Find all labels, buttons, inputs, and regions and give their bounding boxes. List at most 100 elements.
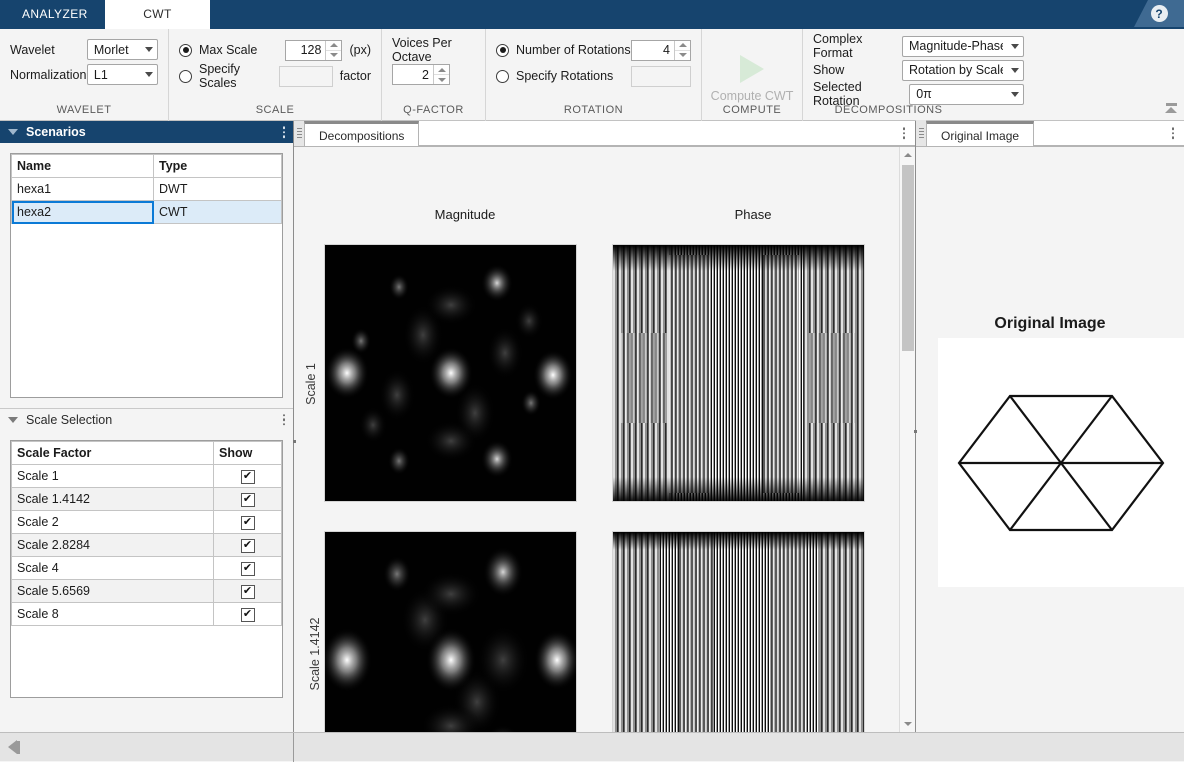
scale-show-cell[interactable]: ✔	[214, 580, 282, 603]
scale-factor-cell: Scale 1.4142	[12, 488, 214, 511]
tab-cwt[interactable]: CWT	[105, 0, 210, 29]
selected-rotation-dropdown[interactable]: 0π	[909, 84, 1024, 105]
scale-show-cell[interactable]: ✔	[214, 557, 282, 580]
specify-scales-unit: factor	[340, 69, 371, 83]
compute-cwt-button[interactable]: Compute CWT	[702, 48, 802, 110]
original-image-figure-title: Original Image	[916, 315, 1184, 333]
scroll-up-icon[interactable]	[900, 147, 915, 163]
tab-analyzer[interactable]: ANALYZER	[0, 0, 105, 29]
table-row[interactable]: Scale 1 ✔	[12, 465, 282, 488]
normalization-dropdown[interactable]: L1	[87, 64, 158, 85]
table-row[interactable]: Scale 4 ✔	[12, 557, 282, 580]
spinner-down-icon[interactable]	[434, 75, 449, 84]
scale-show-cell[interactable]: ✔	[214, 603, 282, 626]
tab-decompositions[interactable]: Decompositions	[304, 121, 419, 146]
collapse-triangle-icon[interactable]	[8, 417, 18, 423]
table-row[interactable]: Scale 2.8284 ✔	[12, 534, 282, 557]
original-image-canvas[interactable]	[938, 338, 1184, 587]
table-header-row: Name Type	[12, 155, 282, 178]
collapse-ribbon-icon[interactable]	[1163, 100, 1179, 116]
scrollbar-thumb[interactable]	[902, 165, 914, 351]
checkbox-checked-icon[interactable]: ✔	[241, 585, 255, 599]
specify-scales-radio[interactable]	[179, 70, 192, 83]
skip-to-start-icon[interactable]	[8, 740, 20, 754]
table-row[interactable]: Scale 1.4142 ✔	[12, 488, 282, 511]
left-splitter-handle[interactable]	[293, 440, 296, 443]
scale-selection-options-icon[interactable]	[283, 414, 286, 426]
scale-selection-panel-body: Scale Factor Show Scale 1 ✔ Scale 1.4142…	[0, 430, 293, 708]
specify-rotations-input[interactable]	[631, 66, 691, 87]
checkbox-checked-icon[interactable]: ✔	[241, 539, 255, 553]
scenarios-table-wrap[interactable]: Name Type hexa1 DWT hexa2 CWT	[10, 153, 283, 398]
specify-rotations-radio[interactable]	[496, 70, 509, 83]
collapse-triangle-icon[interactable]	[8, 129, 18, 135]
phase-image-scale-1-4142[interactable]	[612, 531, 865, 732]
decompositions-vertical-scrollbar[interactable]	[899, 147, 915, 732]
original-image-options-icon[interactable]	[1172, 127, 1175, 139]
left-sidebar: Scenarios Name Type hexa1 DWT hexa2 CWT	[0, 121, 294, 732]
number-of-rotations-input[interactable]	[632, 41, 674, 60]
magnitude-image-scale-1-4142[interactable]	[324, 531, 577, 732]
magnitude-image-scale-1[interactable]	[324, 244, 577, 502]
help-button[interactable]: ?	[1134, 0, 1184, 27]
drag-grip-icon[interactable]	[916, 120, 926, 146]
wavelet-dropdown-value: Morlet	[94, 43, 137, 57]
scale-show-cell[interactable]: ✔	[214, 511, 282, 534]
column-title-magnitude: Magnitude	[324, 207, 606, 222]
spinner-up-icon[interactable]	[675, 41, 690, 51]
drag-grip-icon[interactable]	[294, 121, 304, 146]
number-of-rotations-stepper[interactable]	[631, 40, 691, 61]
show-value: Rotation by Scale	[909, 63, 1003, 77]
tab-original-image[interactable]: Original Image	[926, 121, 1034, 146]
ribbon-group-wavelet: Wavelet Morlet Normalization L1 WAVELET	[0, 29, 168, 121]
voices-per-octave-input[interactable]	[393, 65, 433, 84]
checkbox-checked-icon[interactable]: ✔	[241, 493, 255, 507]
max-scale-radio[interactable]	[179, 44, 192, 57]
scroll-down-icon[interactable]	[900, 716, 915, 732]
checkbox-checked-icon[interactable]: ✔	[241, 562, 255, 576]
scenarios-options-icon[interactable]	[283, 126, 286, 138]
wavelet-dropdown[interactable]: Morlet	[87, 39, 158, 60]
specify-scales-input[interactable]	[279, 66, 333, 87]
table-row[interactable]: Scale 5.6569 ✔	[12, 580, 282, 603]
compute-cwt-label: Compute CWT	[711, 89, 794, 103]
right-splitter-handle[interactable]	[914, 430, 917, 433]
complex-format-dropdown[interactable]: Magnitude-Phase	[902, 36, 1024, 57]
checkbox-checked-icon[interactable]: ✔	[241, 608, 255, 622]
scale-show-cell[interactable]: ✔	[214, 488, 282, 511]
checkbox-checked-icon[interactable]: ✔	[241, 516, 255, 530]
max-scale-spinner[interactable]	[325, 41, 341, 60]
specify-scales-label: Specify Scales	[199, 62, 279, 90]
voices-per-octave-stepper[interactable]	[392, 64, 450, 85]
scale-selection-panel-header: Scale Selection	[0, 408, 293, 430]
scale-factor-cell: Scale 5.6569	[12, 580, 214, 603]
spinner-down-icon[interactable]	[326, 51, 341, 60]
scenario-type-cell: DWT	[154, 178, 282, 201]
normalization-label: Normalization	[10, 68, 87, 82]
max-scale-row: Max Scale (px)	[179, 37, 371, 63]
table-row[interactable]: hexa2 CWT	[12, 201, 282, 224]
spinner-down-icon[interactable]	[675, 51, 690, 60]
spinner-up-icon[interactable]	[434, 65, 449, 75]
max-scale-input[interactable]	[286, 41, 325, 60]
table-row[interactable]: Scale 2 ✔	[12, 511, 282, 534]
rotations-spinner[interactable]	[674, 41, 690, 60]
hexagon-figure-svg	[938, 338, 1184, 587]
magnitude-plot-svg-2	[325, 532, 577, 732]
table-row[interactable]: Scale 8 ✔	[12, 603, 282, 626]
show-dropdown[interactable]: Rotation by Scale	[902, 60, 1024, 81]
wavelet-label: Wavelet	[10, 43, 87, 57]
scale-table-wrap[interactable]: Scale Factor Show Scale 1 ✔ Scale 1.4142…	[10, 440, 283, 698]
phase-image-scale-1[interactable]	[612, 244, 865, 502]
table-row[interactable]: hexa1 DWT	[12, 178, 282, 201]
decompositions-options-icon[interactable]	[903, 127, 906, 139]
max-scale-stepper[interactable]	[285, 40, 342, 61]
decompositions-document: Decompositions Magnitude Phase Scale 1 S…	[294, 121, 916, 732]
scale-show-cell[interactable]: ✔	[214, 465, 282, 488]
voices-spinner[interactable]	[433, 65, 449, 84]
number-of-rotations-radio[interactable]	[496, 44, 509, 57]
checkbox-checked-icon[interactable]: ✔	[241, 470, 255, 484]
spinner-up-icon[interactable]	[326, 41, 341, 51]
scale-factor-cell: Scale 8	[12, 603, 214, 626]
scale-show-cell[interactable]: ✔	[214, 534, 282, 557]
